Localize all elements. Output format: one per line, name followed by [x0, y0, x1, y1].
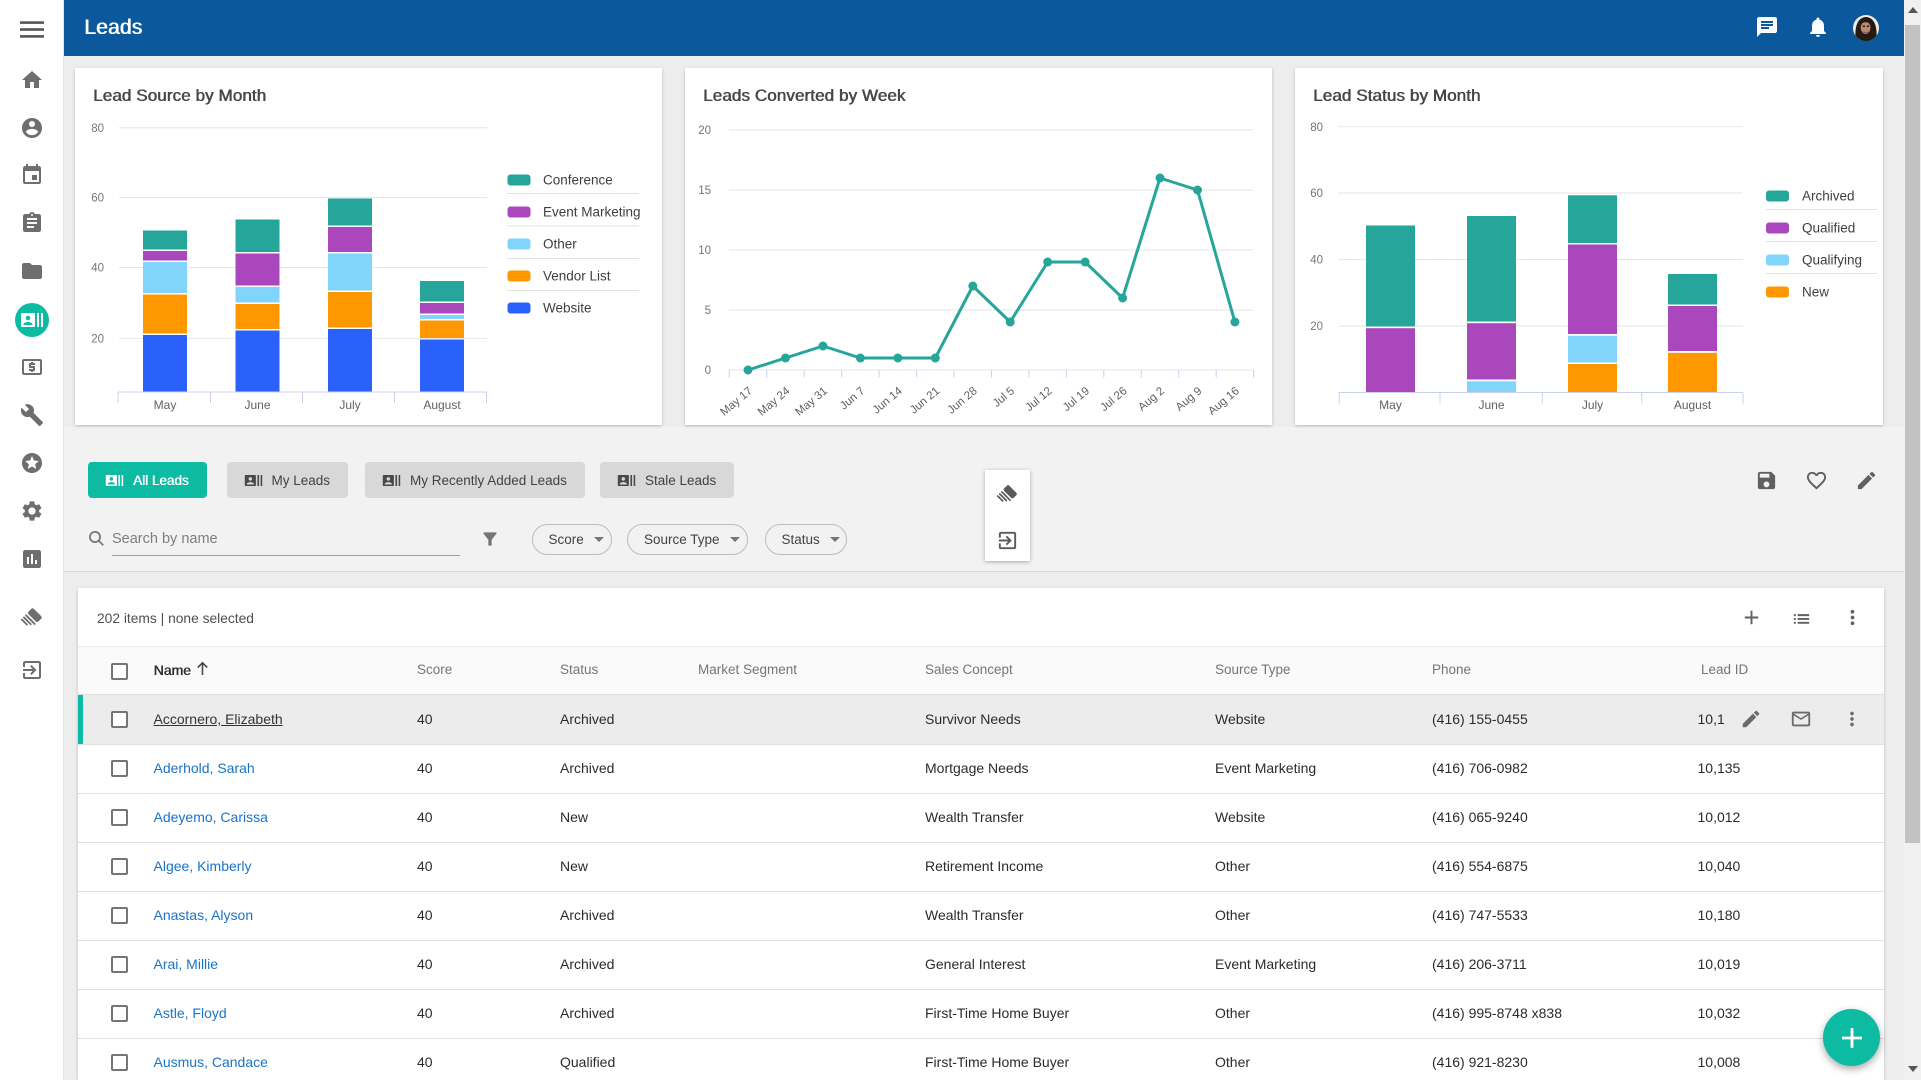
- svg-text:20: 20: [1310, 321, 1323, 333]
- svg-text:Jun 7: Jun 7: [838, 385, 867, 412]
- svg-text:New: New: [1802, 285, 1829, 300]
- svg-text:June: June: [1478, 398, 1504, 412]
- svg-text:Jun 14: Jun 14: [871, 385, 906, 417]
- svg-text:Event Marketing: Event Marketing: [543, 205, 641, 220]
- svg-text:80: 80: [91, 123, 104, 135]
- svg-text:Website: Website: [543, 301, 592, 316]
- svg-text:Qualifying: Qualifying: [1802, 253, 1862, 268]
- svg-text:May: May: [154, 398, 177, 412]
- svg-text:Jul 12: Jul 12: [1023, 385, 1054, 414]
- svg-text:60: 60: [1310, 188, 1323, 200]
- svg-text:Jun 21: Jun 21: [908, 385, 942, 416]
- svg-text:Archived: Archived: [1802, 189, 1855, 204]
- svg-text:Aug 9: Aug 9: [1174, 385, 1205, 414]
- svg-text:5: 5: [705, 305, 711, 317]
- svg-text:May 17: May 17: [718, 385, 755, 418]
- svg-text:July: July: [1582, 398, 1603, 412]
- svg-text:August: August: [423, 398, 461, 412]
- svg-text:Qualified: Qualified: [1802, 221, 1855, 236]
- svg-text:Jul 26: Jul 26: [1098, 385, 1129, 414]
- svg-text:Conference: Conference: [543, 173, 613, 188]
- svg-text:Aug 2: Aug 2: [1136, 385, 1167, 414]
- svg-text:August: August: [1674, 398, 1712, 412]
- svg-text:10: 10: [698, 245, 711, 257]
- svg-text:May 24: May 24: [756, 385, 793, 419]
- svg-text:Jun 28: Jun 28: [946, 385, 980, 416]
- svg-text:June: June: [244, 398, 270, 412]
- svg-text:15: 15: [698, 185, 711, 197]
- svg-text:May: May: [1379, 398, 1402, 412]
- svg-text:Aug 16: Aug 16: [1206, 385, 1242, 418]
- svg-text:20: 20: [91, 334, 104, 346]
- svg-text:20: 20: [698, 125, 711, 137]
- svg-text:July: July: [339, 398, 360, 412]
- svg-text:Other: Other: [543, 237, 577, 252]
- svg-text:40: 40: [91, 263, 104, 275]
- svg-text:Jul 5: Jul 5: [991, 385, 1017, 410]
- svg-text:Jul 19: Jul 19: [1061, 385, 1092, 414]
- svg-text:80: 80: [1310, 122, 1323, 134]
- svg-text:0: 0: [705, 365, 711, 377]
- svg-text:May 31: May 31: [793, 385, 830, 418]
- svg-text:Vendor List: Vendor List: [543, 269, 611, 284]
- svg-text:40: 40: [1310, 255, 1323, 267]
- svg-text:60: 60: [91, 193, 104, 205]
